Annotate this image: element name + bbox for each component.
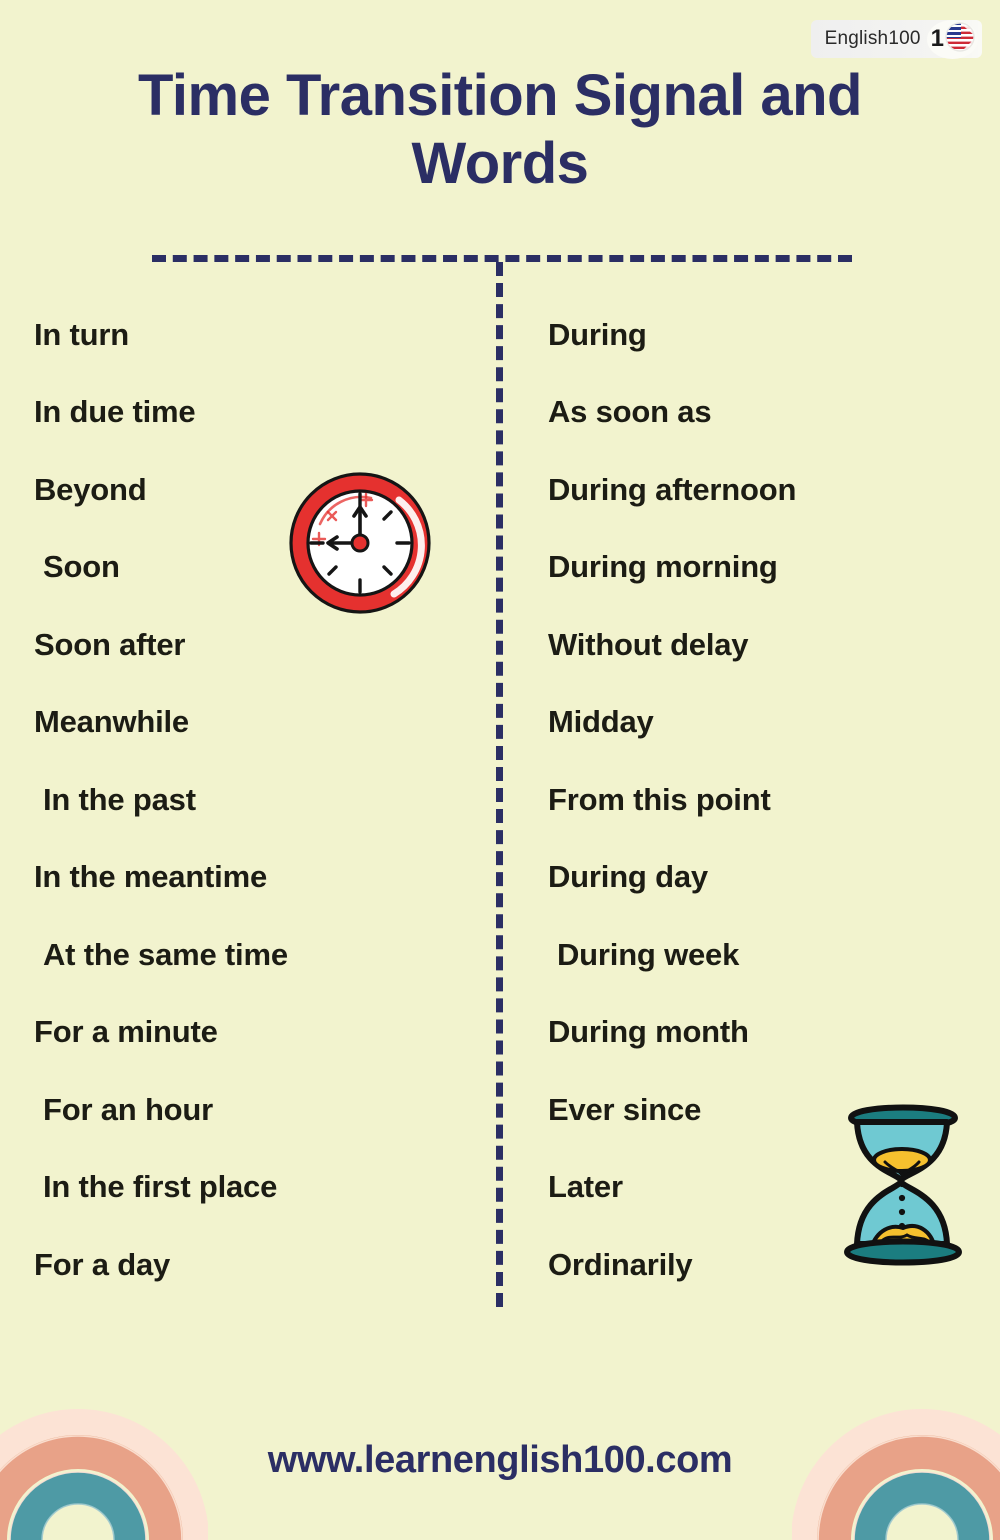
word-item: Soon after — [34, 626, 186, 662]
word-item: For an hour — [43, 1091, 214, 1127]
word-item: During — [548, 316, 647, 352]
word-item: At the same time — [43, 936, 288, 972]
word-item: Meanwhile — [34, 704, 189, 740]
hourglass-icon — [823, 1072, 983, 1282]
word-list-left: In turn In due time Beyond Soon Soon after Me… — [34, 296, 464, 1304]
footer-website-url[interactable]: www.learnenglish100.com — [0, 1439, 1000, 1482]
brand-badge[interactable]: English100 1 — [810, 19, 982, 59]
word-item: In the meantime — [34, 859, 267, 895]
word-item: Midday — [548, 704, 654, 740]
brand-name-label: English100 — [824, 28, 921, 49]
word-item: In due time — [34, 394, 196, 430]
divider-horizontal — [152, 255, 852, 262]
word-item: During afternoon — [548, 471, 797, 507]
word-item: During morning — [548, 549, 778, 585]
word-item: In turn — [34, 316, 130, 352]
word-item: For a day — [34, 1246, 171, 1282]
word-item: As soon as — [548, 394, 712, 430]
word-item: During month — [548, 1014, 749, 1050]
divider-vertical — [496, 262, 503, 1307]
brand-mark: 1 — [926, 19, 978, 59]
us-uk-flag-icon — [945, 21, 975, 57]
word-item: During week — [557, 936, 740, 972]
rainbow-decoration-left — [0, 1310, 208, 1540]
word-item: From this point — [548, 781, 771, 817]
rainbow-decoration-right — [792, 1310, 1000, 1540]
brand-number-one: 1 — [930, 25, 944, 52]
page-title: Time Transition Signal and Words — [138, 63, 862, 197]
word-item: Without delay — [548, 626, 749, 662]
word-item: In the past — [43, 781, 196, 817]
word-item: During day — [548, 859, 708, 895]
word-item: For a minute — [34, 1014, 218, 1050]
clock-icon — [287, 470, 433, 616]
word-item: In the first place — [43, 1169, 278, 1205]
